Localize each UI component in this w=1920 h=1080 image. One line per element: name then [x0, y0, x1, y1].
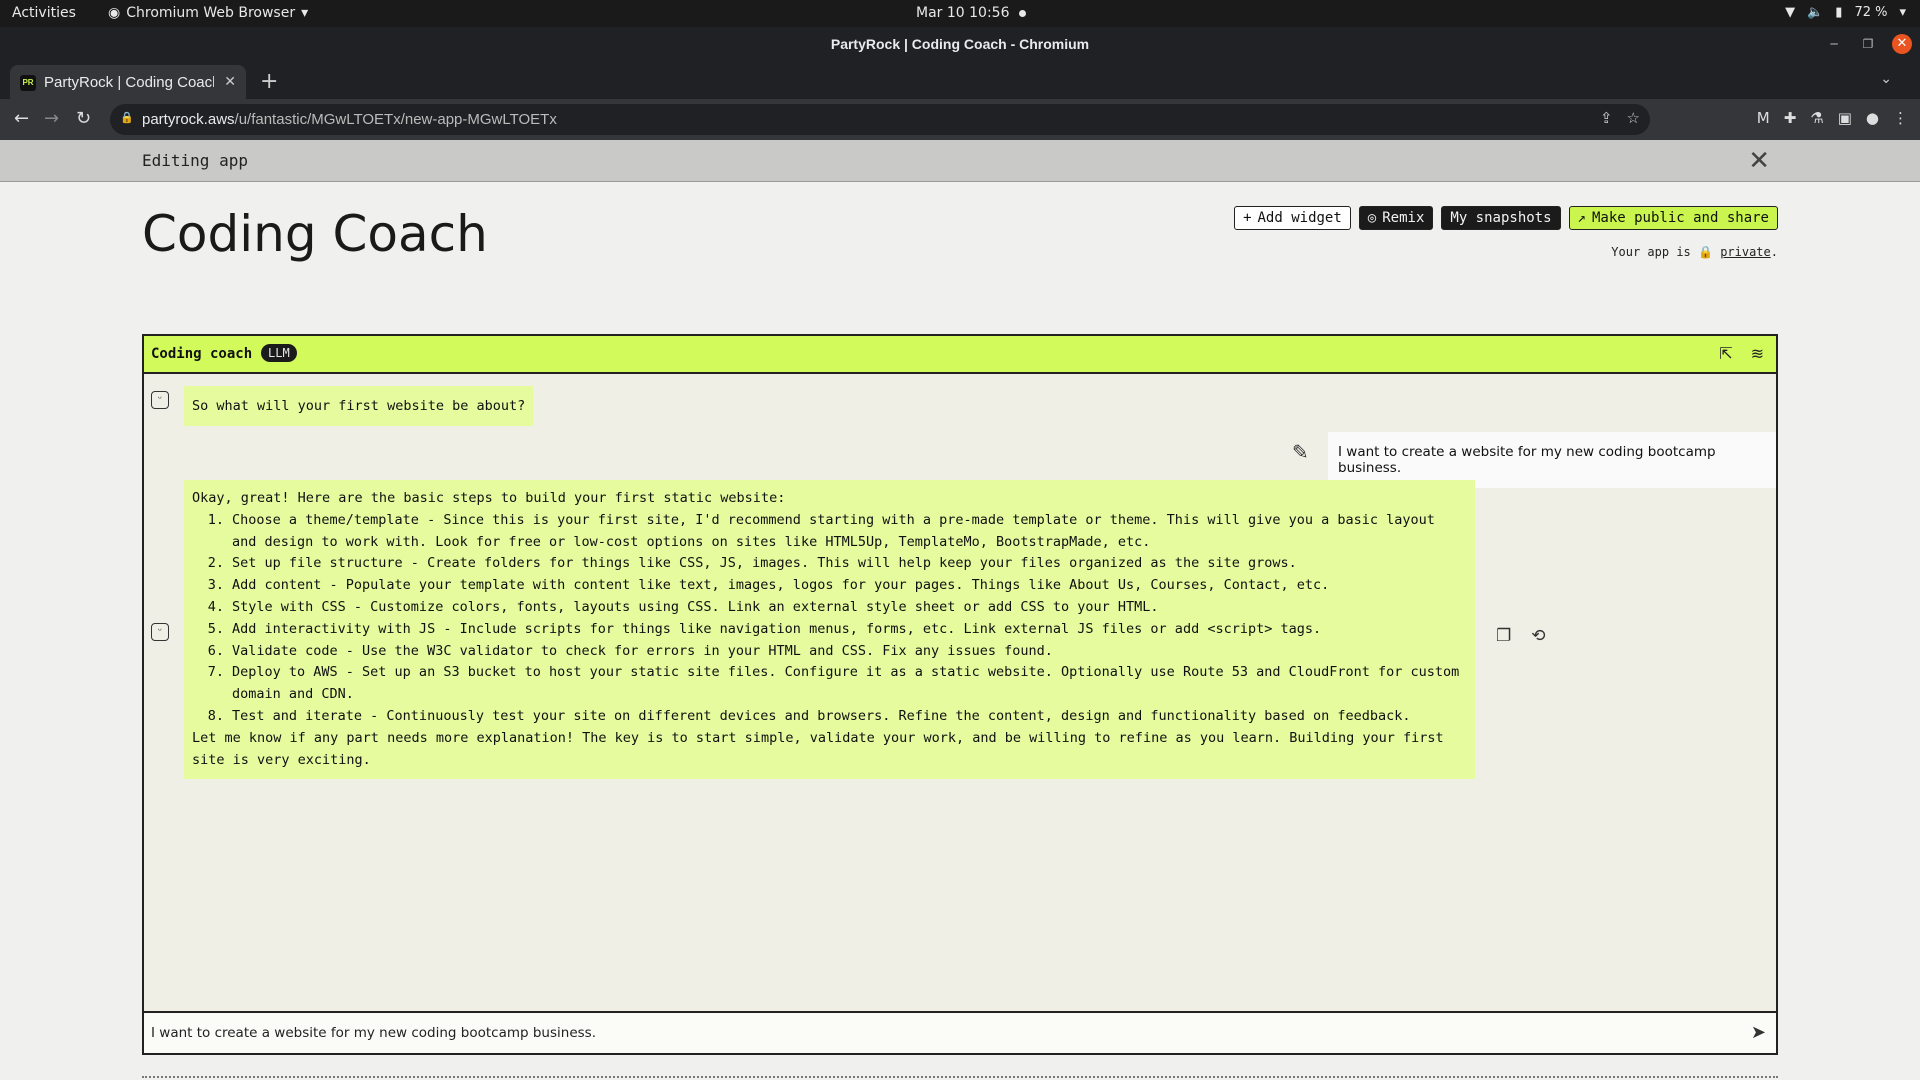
side-panel-icon[interactable]: ▣	[1838, 109, 1852, 127]
send-icon[interactable]: ➤	[1751, 1022, 1766, 1043]
dotted-divider	[142, 1076, 1778, 1078]
share-icon[interactable]: ⇪	[1600, 109, 1613, 127]
lock-icon[interactable]: 🔒	[120, 111, 134, 124]
chromium-icon: ◉	[108, 5, 121, 21]
reload-icon[interactable]: ↻	[76, 108, 91, 129]
remix-label: Remix	[1382, 210, 1425, 226]
my-snapshots-button[interactable]: My snapshots	[1441, 206, 1561, 230]
back-icon[interactable]: ←	[14, 108, 29, 129]
activities-button[interactable]: Activities	[12, 5, 76, 21]
assistant-message: So what will your first website be about…	[184, 386, 534, 426]
padlock-icon: 🔒	[1698, 245, 1721, 259]
clock-text: Mar 10 10:56	[916, 5, 1010, 21]
partyrock-favicon: PR	[20, 75, 36, 91]
tab-title: PartyRock | Coding Coach	[44, 74, 214, 91]
maximize-icon[interactable]: ❐	[1858, 34, 1878, 54]
edit-message-icon[interactable]: ✎	[1292, 440, 1309, 464]
url-text[interactable]: partyrock.aws/u/fantastic/MGwLTOETx/new-…	[142, 111, 557, 128]
make-public-share-button[interactable]: ↗ Make public and share	[1568, 206, 1778, 230]
widget-header: Coding coach LLM ⇱ ≋	[144, 336, 1776, 374]
response-intro: Okay, great! Here are the basic steps to…	[192, 490, 786, 506]
window-controls: ─ ❐ ✕	[1824, 34, 1912, 54]
battery-level: 72 %	[1854, 5, 1888, 20]
notification-dot-icon	[1019, 9, 1027, 17]
assistant-avatar-icon: ᵕ	[151, 391, 169, 409]
tab-close-icon[interactable]: ✕	[224, 73, 236, 90]
kebab-menu-icon[interactable]: ⋮	[1893, 109, 1908, 127]
list-item: 4. Style with CSS - Customize colors, fon…	[207, 598, 1159, 615]
extensions-puzzle-icon[interactable]: ✚	[1784, 109, 1797, 127]
url-host: partyrock.aws	[142, 111, 235, 128]
chat-widget: Coding coach LLM ⇱ ≋ ᵕ So what will your…	[142, 334, 1778, 1055]
omnibox-actions: ⇪ ☆	[1600, 109, 1640, 127]
snapshots-label: My snapshots	[1450, 210, 1552, 226]
share-arrow-icon: ↗	[1577, 210, 1586, 226]
chat-history: ᵕ So what will your first website be abo…	[144, 374, 1776, 1009]
system-tray[interactable]: ▼ 🔈 ▮ 72 % ▾	[1785, 5, 1906, 20]
editing-label: Editing app	[142, 151, 248, 170]
profile-icon[interactable]: ●	[1866, 109, 1879, 127]
privacy-status: Your app is 🔒 private.	[1611, 245, 1778, 259]
flask-icon[interactable]: ⚗	[1810, 109, 1823, 127]
gmail-extension-icon[interactable]: M	[1757, 109, 1770, 127]
close-editing-icon[interactable]: ✕	[1748, 146, 1770, 176]
export-icon[interactable]: ⇱	[1719, 344, 1732, 363]
close-window-icon[interactable]: ✕	[1892, 34, 1912, 54]
minimize-icon[interactable]: ─	[1824, 34, 1844, 54]
clock[interactable]: Mar 10 10:56	[916, 5, 1027, 21]
widget-title: Coding coach	[151, 346, 253, 362]
window-titlebar: PartyRock | Coding Coach - Chromium ─ ❐ …	[0, 27, 1920, 62]
app-menu-label: Chromium Web Browser	[126, 5, 296, 21]
app-menu[interactable]: ◉ Chromium Web Browser ▾	[108, 5, 308, 21]
message-actions: ❐ ⟲	[1496, 626, 1546, 646]
widget-header-actions: ⇱ ≋	[1719, 344, 1764, 363]
list-item: 7. Deploy to AWS - Set up an S3 bucket to…	[207, 664, 1460, 703]
chat-input[interactable]	[144, 1013, 1724, 1053]
plus-icon: +	[1243, 210, 1252, 226]
extension-icons: M ✚ ⚗ ▣ ● ⋮	[1757, 109, 1908, 127]
address-bar[interactable]: 🔒 partyrock.aws/u/fantastic/MGwLTOETx/ne…	[110, 104, 1650, 135]
list-item: 6. Validate code - Use the W3C validator …	[207, 642, 1053, 659]
settings-sliders-icon[interactable]: ≋	[1751, 344, 1764, 363]
browser-toolbar: ← → ↻ 🔒 partyrock.aws/u/fantastic/MGwLTO…	[0, 99, 1920, 140]
wifi-icon: ▼	[1785, 5, 1796, 20]
remix-icon: ◎	[1367, 210, 1377, 226]
app-title: Coding Coach	[142, 205, 488, 263]
list-item: 2. Set up file structure - Create folders…	[207, 555, 1297, 572]
window-title: PartyRock | Coding Coach - Chromium	[830, 36, 1090, 52]
copy-icon[interactable]: ❐	[1496, 626, 1511, 646]
bookmark-star-icon[interactable]: ☆	[1627, 109, 1640, 127]
list-item: 1. Choose a theme/template - Since this i…	[207, 511, 1435, 550]
tab-strip: PR PartyRock | Coding Coach ✕ + ⌄	[0, 62, 1920, 99]
steps-list: 1. Choose a theme/template - Since this i…	[192, 510, 1467, 728]
battery-icon: ▮	[1835, 5, 1843, 20]
editing-banner: Editing app ✕	[0, 140, 1920, 182]
volume-icon: 🔈	[1807, 5, 1824, 20]
share-label: Make public and share	[1591, 210, 1769, 226]
list-item: 8. Test and iterate - Continuously test y…	[207, 707, 1411, 724]
llm-badge: LLM	[261, 344, 297, 362]
assistant-message: Okay, great! Here are the basic steps to…	[184, 480, 1475, 780]
list-item: 3. Add content - Populate your template w…	[207, 577, 1330, 594]
response-outro: Let me know if any part needs more expla…	[192, 729, 1444, 768]
privacy-prefix: Your app is	[1611, 245, 1691, 259]
privacy-link[interactable]: private	[1720, 245, 1771, 259]
add-widget-label: Add widget	[1257, 210, 1342, 226]
chat-input-row: ➤	[144, 1011, 1776, 1053]
regenerate-icon[interactable]: ⟲	[1531, 626, 1545, 646]
tab-search-chevron-icon[interactable]: ⌄	[1880, 71, 1892, 87]
caret-down-icon: ▾	[301, 5, 309, 21]
app-actions: + Add widget ◎ Remix My snapshots ↗ Make…	[1234, 206, 1778, 230]
assistant-avatar-icon: ᵕ	[151, 623, 169, 641]
new-tab-icon[interactable]: +	[260, 69, 278, 94]
privacy-suffix: .	[1770, 245, 1778, 259]
url-path: /u/fantastic/MGwLTOETx/new-app-MGwLTOETx	[234, 111, 557, 128]
tab-partyrock[interactable]: PR PartyRock | Coding Coach ✕	[10, 65, 246, 99]
add-widget-button[interactable]: + Add widget	[1234, 206, 1351, 230]
caret-down-icon: ▾	[1899, 5, 1906, 20]
remix-button[interactable]: ◎ Remix	[1358, 206, 1434, 230]
forward-icon[interactable]: →	[44, 108, 59, 129]
system-top-bar: Activities ◉ Chromium Web Browser ▾ Mar …	[0, 0, 1920, 27]
list-item: 5. Add interactivity with JS - Include sc…	[207, 620, 1322, 637]
